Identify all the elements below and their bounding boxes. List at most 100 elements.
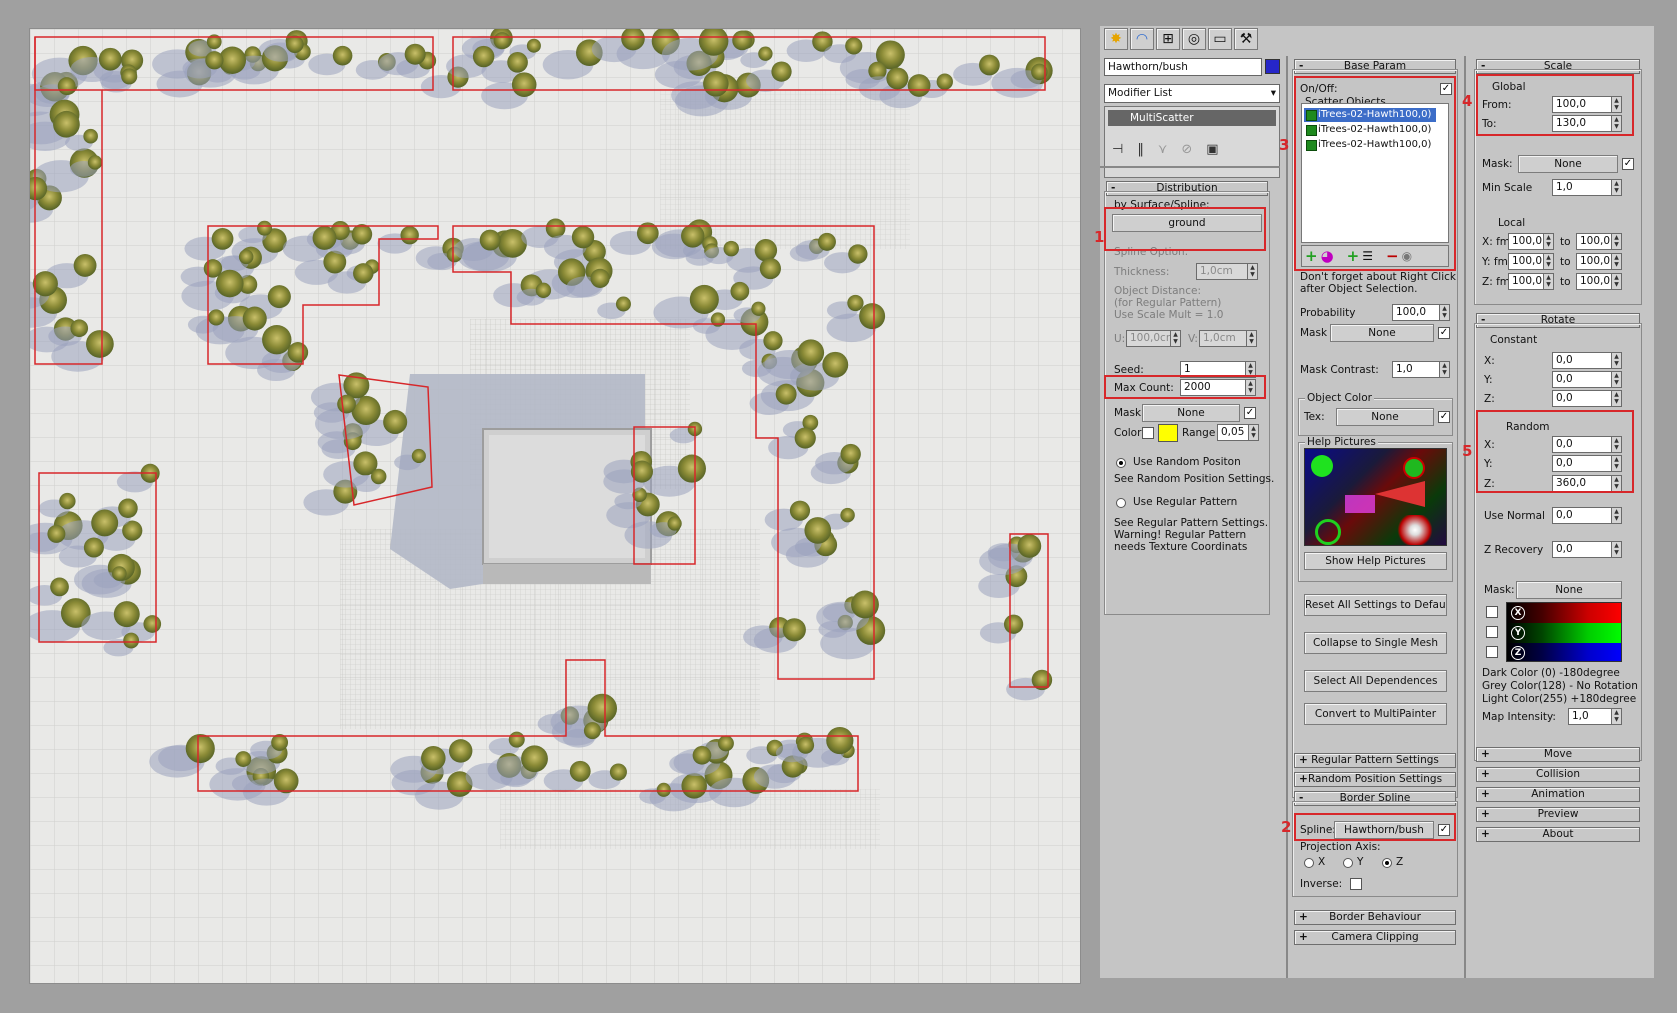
range-value[interactable]: 0,05 (1217, 424, 1249, 441)
base-mask-button[interactable]: None (1330, 324, 1434, 342)
constant-x-spinner[interactable]: 0,0 ▲ ▼ (1552, 352, 1622, 369)
make-unique-icon[interactable]: ⋎ (1158, 138, 1168, 162)
z-to-value[interactable]: 100,0 (1576, 273, 1612, 290)
rollout-regular-pattern[interactable]: + Regular Pattern Settings (1294, 753, 1456, 768)
hierarchy-icon[interactable]: ⊞ (1156, 28, 1180, 50)
pin-stack-icon[interactable]: ⊣ (1112, 138, 1123, 162)
min-scale-value[interactable]: 1,0 (1552, 179, 1612, 196)
constant-z-spinner[interactable]: 0,0 ▲ ▼ (1552, 390, 1622, 407)
tex-button[interactable]: None (1336, 408, 1434, 426)
mask-contrast-value[interactable]: 1,0 (1392, 361, 1440, 378)
color-checkbox[interactable] (1142, 427, 1154, 439)
v-value[interactable]: 1,0cm (1199, 330, 1247, 347)
z-from-spinner[interactable]: 100,0 ▲ ▼ (1508, 273, 1554, 290)
y-to-spinner[interactable]: 100,0 ▲ ▼ (1576, 253, 1622, 270)
x-from-value[interactable]: 100,0 (1508, 233, 1544, 250)
mask-contrast-spinner[interactable]: 1,0 ▲ ▼ (1392, 361, 1450, 378)
show-help-pictures-button[interactable]: Show Help Pictures (1304, 552, 1447, 570)
use-normal-value[interactable]: 0,0 (1552, 507, 1612, 524)
tree-canopy (840, 507, 855, 523)
rotate-mask-label: Mask: (1484, 584, 1515, 596)
tree-canopy (383, 409, 408, 435)
use-normal-spinner[interactable]: 0,0 ▲ ▼ (1552, 507, 1622, 524)
probability-spinner[interactable]: 100,0 ▲ ▼ (1392, 304, 1450, 321)
constant-x-value[interactable]: 0,0 (1552, 352, 1612, 369)
y-to-value[interactable]: 100,0 (1576, 253, 1612, 270)
axis-y-radio[interactable] (1343, 858, 1353, 868)
utilities-icon[interactable]: ⚒ (1234, 28, 1258, 50)
rotate-z-mask-checkbox[interactable] (1486, 646, 1498, 658)
tree-canopy (411, 448, 426, 464)
annotation-5: 5 (1462, 442, 1473, 460)
base-mask-checkbox[interactable]: ✓ (1438, 327, 1450, 339)
tree-canopy (759, 257, 781, 280)
axis-x-radio[interactable] (1304, 858, 1314, 868)
object-color-swatch[interactable] (1265, 59, 1280, 74)
rollout-animation[interactable]: + Animation (1476, 787, 1640, 802)
thickness-value[interactable]: 1,0cm (1196, 263, 1248, 280)
tree-canopy (571, 225, 595, 249)
x-to-value[interactable]: 100,0 (1576, 233, 1612, 250)
tex-checkbox[interactable]: ✓ (1438, 411, 1450, 423)
tree-canopy (775, 383, 797, 405)
rollout-preview[interactable]: + Preview (1476, 807, 1640, 822)
color-swatch[interactable] (1158, 424, 1178, 442)
tree-canopy (847, 294, 864, 312)
convert-multipainter-button[interactable]: Convert to MultiPainter (1304, 703, 1447, 725)
rotate-mask-button[interactable]: None (1516, 581, 1622, 599)
map-intensity-value[interactable]: 1,0 (1568, 708, 1612, 725)
z-to-spinner[interactable]: 100,0 ▲ ▼ (1576, 273, 1622, 290)
rollout-border-behaviour[interactable]: + Border Behaviour (1294, 910, 1456, 925)
distribution-mask-button[interactable]: None (1142, 404, 1240, 422)
reset-settings-button[interactable]: Reset All Settings to Default (1304, 594, 1447, 616)
use-regular-radio[interactable] (1116, 498, 1126, 508)
v-spinner[interactable]: 1,0cm ▲ ▼ (1199, 330, 1257, 347)
x-from-spinner[interactable]: 100,0 ▲ ▼ (1508, 233, 1554, 250)
map-intensity-spinner[interactable]: 1,0 ▲ ▼ (1568, 708, 1622, 725)
configure-sets-icon[interactable]: ▣ (1206, 138, 1218, 162)
u-spinner[interactable]: 100,0cn ▲ ▼ (1126, 330, 1181, 347)
rollout-collision[interactable]: + Collision (1476, 767, 1640, 782)
z-recovery-spinner[interactable]: 0,0 ▲ ▼ (1552, 541, 1622, 558)
constant-z-value[interactable]: 0,0 (1552, 390, 1612, 407)
z-recovery-value[interactable]: 0,0 (1552, 541, 1612, 558)
select-dependences-button[interactable]: Select All Dependences (1304, 670, 1447, 692)
axis-z-radio[interactable] (1382, 858, 1392, 868)
scale-mask-button[interactable]: None (1518, 155, 1618, 173)
rollout-move[interactable]: + Move (1476, 747, 1640, 762)
u-value[interactable]: 100,0cn (1126, 330, 1171, 347)
z-from-value[interactable]: 100,0 (1508, 273, 1544, 290)
min-scale-spinner[interactable]: 1,0 ▲ ▼ (1552, 179, 1622, 196)
rollout-camera-clipping[interactable]: + Camera Clipping (1294, 930, 1456, 945)
modifier-list-dropdown[interactable]: Modifier List ▾ (1104, 84, 1280, 103)
x-to-spinner[interactable]: 100,0 ▲ ▼ (1576, 233, 1622, 250)
thickness-spinner[interactable]: 1,0cm ▲ ▼ (1196, 263, 1258, 280)
rotate-x-mask-checkbox[interactable] (1486, 606, 1498, 618)
y-from-spinner[interactable]: 100,0 ▲ ▼ (1508, 253, 1554, 270)
show-end-result-icon[interactable]: ‖ (1137, 138, 1144, 162)
scale-mask-checkbox[interactable]: ✓ (1622, 158, 1634, 170)
display-icon[interactable]: ▭ (1208, 28, 1232, 50)
stack-item-multiscatter[interactable]: MultiScatter (1108, 110, 1276, 126)
object-name-field[interactable]: Hawthorn/bush (1104, 58, 1262, 76)
create-icon[interactable]: ✸ (1104, 28, 1128, 50)
modify-icon[interactable]: ◠ (1130, 28, 1154, 50)
motion-icon[interactable]: ◎ (1182, 28, 1206, 50)
rollout-random-position[interactable]: + Random Position Settings (1294, 772, 1456, 787)
distribution-mask-checkbox[interactable]: ✓ (1244, 407, 1256, 419)
viewport-top[interactable] (29, 28, 1081, 984)
tree-canopy (267, 285, 291, 309)
inverse-checkbox[interactable] (1350, 878, 1362, 890)
use-random-radio[interactable] (1116, 458, 1126, 468)
probability-value[interactable]: 100,0 (1392, 304, 1440, 321)
tree-canopy (238, 249, 254, 265)
range-spinner[interactable]: 0,05 ▲ ▼ (1217, 424, 1259, 441)
rotate-y-mask-checkbox[interactable] (1486, 626, 1498, 638)
tree-canopy (472, 45, 495, 68)
rollout-about[interactable]: + About (1476, 827, 1640, 842)
remove-modifier-icon[interactable]: ⊘ (1181, 138, 1192, 162)
collapse-mesh-button[interactable]: Collapse to Single Mesh (1304, 632, 1447, 654)
constant-y-spinner[interactable]: 0,0 ▲ ▼ (1552, 371, 1622, 388)
y-from-value[interactable]: 100,0 (1508, 253, 1544, 270)
constant-y-value[interactable]: 0,0 (1552, 371, 1612, 388)
